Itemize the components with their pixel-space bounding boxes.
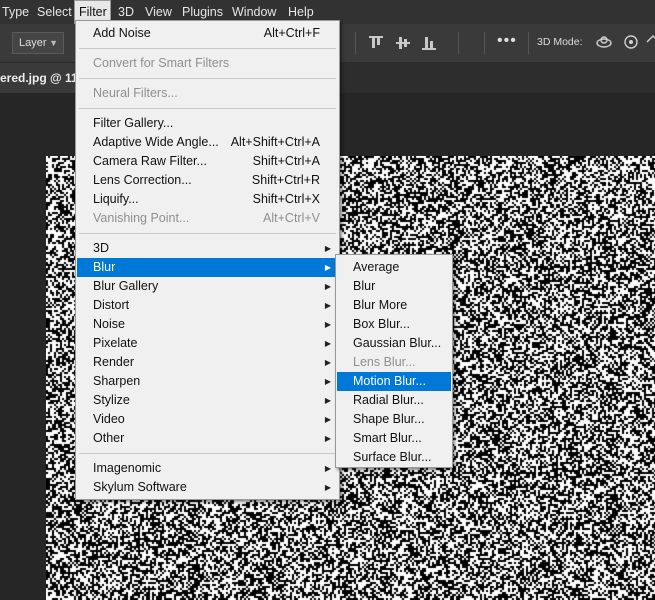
menu-item-3d[interactable]: 3D ▶: [77, 239, 338, 258]
menu-item-filter-gallery[interactable]: Filter Gallery...: [77, 114, 338, 133]
pan-3d-icon[interactable]: [645, 34, 655, 50]
3d-mode-label: 3D Mode:: [537, 36, 583, 48]
blur-submenu: Average Blur Blur More Box Blur... Gauss…: [335, 254, 453, 468]
chevron-right-icon: ▶: [324, 301, 331, 310]
menu-separator: [79, 453, 336, 454]
menu-item-sharpen[interactable]: Sharpen ▶: [77, 372, 338, 391]
menu-item-radial-blur[interactable]: Radial Blur...: [337, 391, 451, 410]
filter-menu: Add Noise Alt+Ctrl+F Convert for Smart Fi…: [75, 20, 340, 500]
auto-select-dropdown[interactable]: Layer ▼: [12, 32, 64, 54]
menu-item-convert-smart-filters: Convert for Smart Filters: [93, 56, 230, 70]
menu-item-vanishing-point: Vanishing Point... Alt+Ctrl+V: [93, 211, 320, 225]
chevron-right-icon: ▶: [324, 483, 331, 492]
menu-separator: [79, 78, 336, 79]
chevron-right-icon: ▶: [324, 415, 331, 424]
menu-item-other[interactable]: Other ▶: [77, 429, 338, 448]
chevron-right-icon: ▶: [324, 263, 331, 272]
chevron-down-icon: ▼: [49, 38, 58, 48]
divider: [355, 32, 356, 54]
chevron-right-icon: ▶: [324, 358, 331, 367]
chevron-right-icon: ▶: [324, 244, 331, 253]
chevron-right-icon: ▶: [324, 320, 331, 329]
menu-item-add-noise[interactable]: Add Noise Alt+Ctrl+F: [77, 24, 338, 43]
chevron-right-icon: ▶: [324, 396, 331, 405]
menu-item-distort[interactable]: Distort ▶: [77, 296, 338, 315]
align-middle-icon[interactable]: [396, 36, 410, 50]
chevron-right-icon: ▶: [324, 464, 331, 473]
chevron-right-icon: ▶: [324, 377, 331, 386]
menu-item-skylum-software[interactable]: Skylum Software ▶: [77, 478, 338, 497]
divider: [484, 32, 485, 54]
menu-item-smart-blur[interactable]: Smart Blur...: [337, 429, 451, 448]
menu-separator: [79, 108, 336, 109]
orbit-3d-icon[interactable]: [596, 34, 612, 50]
menu-type[interactable]: Type: [2, 0, 29, 24]
chevron-right-icon: ▶: [324, 339, 331, 348]
menu-item-gaussian-blur[interactable]: Gaussian Blur...: [337, 334, 451, 353]
menu-item-pixelate[interactable]: Pixelate ▶: [77, 334, 338, 353]
menu-item-stylize[interactable]: Stylize ▶: [77, 391, 338, 410]
menu-item-imagenomic[interactable]: Imagenomic ▶: [77, 459, 338, 478]
chevron-right-icon: ▶: [324, 434, 331, 443]
menu-item-camera-raw-filter[interactable]: Camera Raw Filter... Shift+Ctrl+A: [77, 152, 338, 171]
menu-item-adaptive-wide-angle[interactable]: Adaptive Wide Angle... Alt+Shift+Ctrl+A: [77, 133, 338, 152]
menu-item-blur-more[interactable]: Blur More: [337, 296, 451, 315]
menu-select[interactable]: Select: [37, 0, 72, 24]
menu-item-blur-basic[interactable]: Blur: [337, 277, 451, 296]
roll-3d-icon[interactable]: [623, 34, 639, 50]
menu-item-video[interactable]: Video ▶: [77, 410, 338, 429]
menu-separator: [79, 233, 336, 234]
menu-item-blur[interactable]: Blur ▶: [77, 258, 338, 277]
divider: [458, 32, 459, 54]
menu-item-shape-blur[interactable]: Shape Blur...: [337, 410, 451, 429]
align-bottom-icon[interactable]: [422, 36, 436, 50]
divider: [528, 32, 529, 54]
menu-item-noise[interactable]: Noise ▶: [77, 315, 338, 334]
menu-item-lens-blur: Lens Blur...: [353, 355, 416, 369]
auto-select-value: Layer: [19, 37, 47, 49]
menu-item-render[interactable]: Render ▶: [77, 353, 338, 372]
menu-item-liquify[interactable]: Liquify... Shift+Ctrl+X: [77, 190, 338, 209]
menu-item-average[interactable]: Average: [337, 258, 451, 277]
chevron-right-icon: ▶: [324, 282, 331, 291]
more-options-button[interactable]: •••: [497, 32, 517, 50]
align-top-icon[interactable]: [369, 36, 383, 50]
menu-item-neural-filters: Neural Filters...: [93, 86, 178, 100]
menu-item-motion-blur[interactable]: Motion Blur...: [337, 372, 451, 391]
menu-item-blur-gallery[interactable]: Blur Gallery ▶: [77, 277, 338, 296]
menu-item-surface-blur[interactable]: Surface Blur...: [337, 448, 451, 467]
menu-item-lens-correction[interactable]: Lens Correction... Shift+Ctrl+R: [77, 171, 338, 190]
menu-separator: [79, 48, 336, 49]
menu-item-box-blur[interactable]: Box Blur...: [337, 315, 451, 334]
